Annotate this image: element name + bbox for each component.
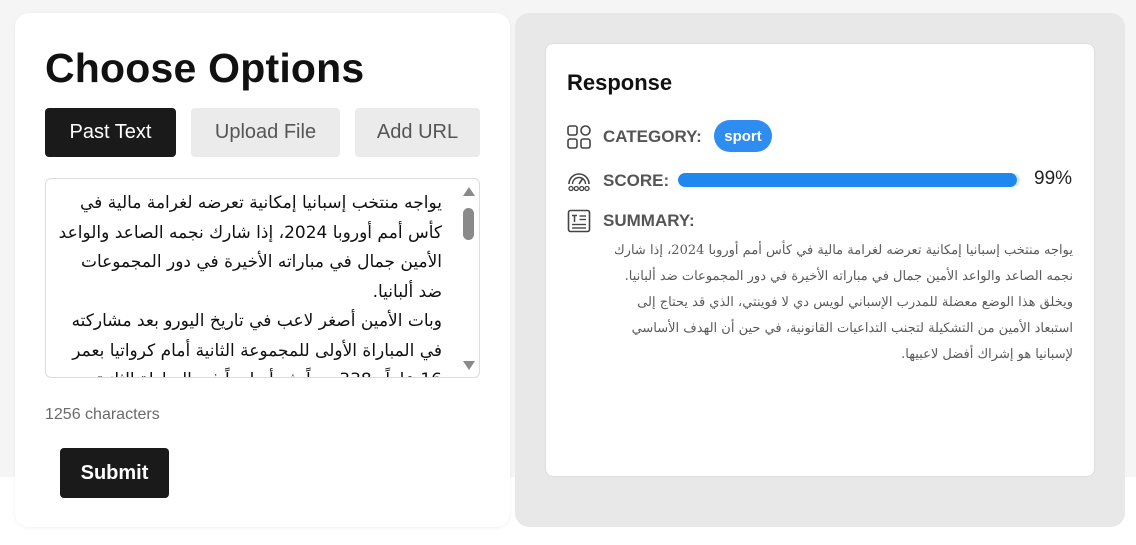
summary-label: SUMMARY: — [603, 211, 695, 230]
character-count: 1256 characters — [45, 406, 160, 423]
document-text-icon — [567, 209, 591, 233]
score-label: SCORE: — [603, 171, 670, 190]
textarea-scrollbar[interactable] — [459, 179, 479, 377]
page-title: Choose Options — [45, 45, 365, 91]
submit-button[interactable]: Submit — [60, 448, 169, 498]
text-input-content[interactable]: يواجه منتخب إسبانيا إمكانية تعرضه لغرامة… — [46, 179, 456, 377]
text-input-area[interactable]: يواجه منتخب إسبانيا إمكانية تعرضه لغرامة… — [45, 178, 480, 378]
score-progress-fill — [678, 173, 1017, 187]
tab-upload-file[interactable]: Upload File — [191, 108, 340, 157]
scroll-up-arrow-icon[interactable] — [463, 187, 475, 196]
response-panel: Response CATEGORY: sport SCORE: 99% SUMM… — [515, 13, 1125, 527]
score-progress-bar — [678, 173, 1020, 187]
category-badge: sport — [714, 120, 772, 152]
summary-text: يواجه منتخب إسبانيا إمكانية تعرضه لغرامة… — [613, 243, 1073, 362]
tab-add-url[interactable]: Add URL — [355, 108, 480, 157]
score-value: 99% — [1034, 168, 1073, 189]
response-card: Response CATEGORY: sport SCORE: 99% SUMM… — [545, 43, 1095, 477]
gauge-icon — [568, 173, 590, 192]
scroll-thumb[interactable] — [463, 208, 474, 240]
tab-paste-text[interactable]: Past Text — [45, 108, 176, 157]
response-title: Response — [567, 70, 673, 95]
scroll-down-arrow-icon[interactable] — [463, 361, 475, 370]
category-label: CATEGORY: — [603, 127, 702, 146]
categories-grid-icon — [567, 125, 591, 149]
options-panel: Choose Options Past Text Upload File Add… — [15, 13, 510, 527]
